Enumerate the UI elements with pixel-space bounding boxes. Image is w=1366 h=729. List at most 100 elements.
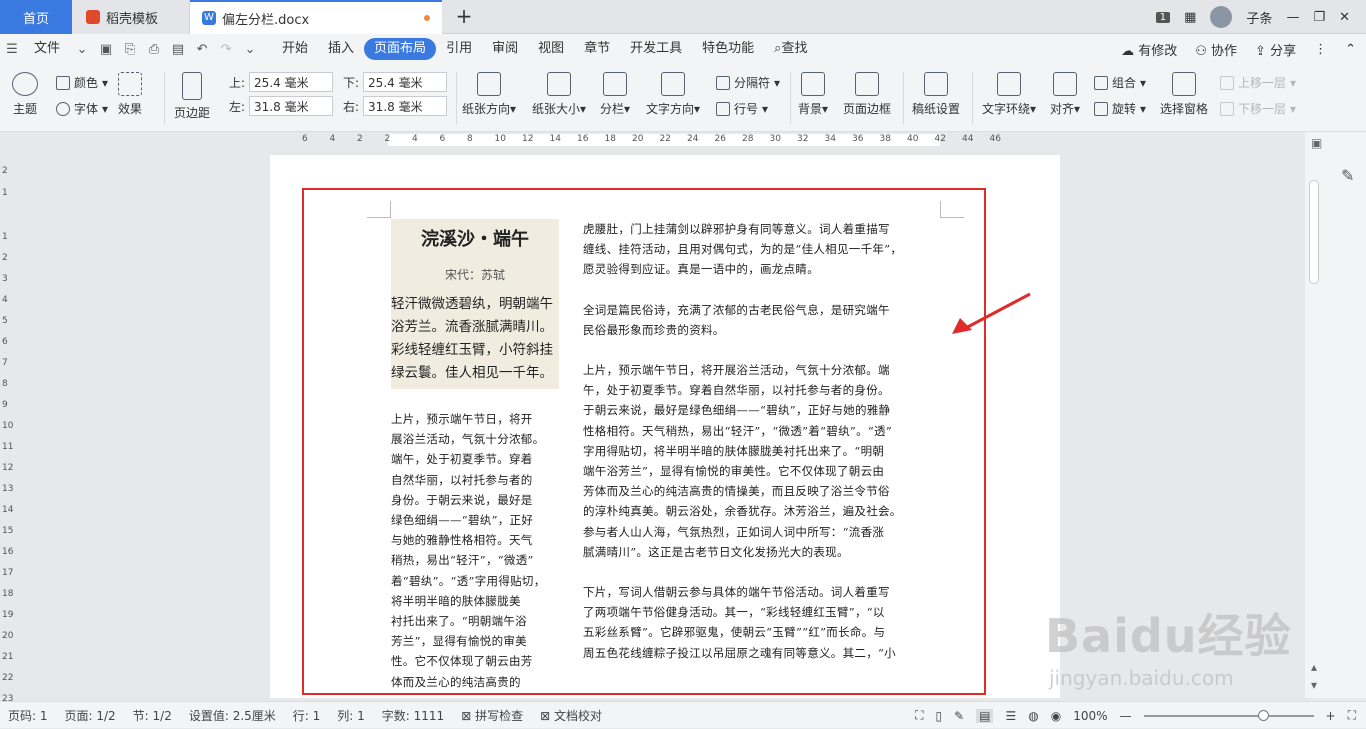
status-pages[interactable]: 页面: 1/2 (57, 707, 125, 724)
paper-size-button[interactable]: 纸张大小▾ (532, 72, 586, 117)
tab-template[interactable]: 稻壳模板 (72, 0, 190, 34)
color-button[interactable]: 颜色 ▾ (56, 74, 108, 91)
vertical-scrollbar[interactable] (1309, 180, 1319, 284)
collapse-ribbon-icon[interactable]: ⌃ (1345, 42, 1356, 57)
menu-file[interactable]: 文件 (24, 38, 70, 60)
bottom-margin-field[interactable]: 下: (343, 72, 448, 92)
undo-icon[interactable]: ↶ (190, 42, 214, 57)
text-wrap-button[interactable]: 文字环绕▾ (982, 72, 1036, 117)
ruler-tick: 13 (2, 484, 14, 494)
horizontal-ruler[interactable]: 6 4 2 2 4 6 8 10 12 14 16 18 20 22 24 26 28 30 32 34 36 38 40 4… (270, 132, 1060, 148)
menu-references[interactable]: 引用 (436, 38, 482, 60)
rotate-button[interactable]: 旋转 ▾ (1094, 100, 1146, 117)
page-border-button[interactable]: 页面边框 (843, 72, 891, 117)
share-button[interactable]: ⇪ 分享 (1255, 40, 1296, 59)
hamburger-icon[interactable]: ☰ (0, 42, 24, 57)
close-icon[interactable]: ✕ (1339, 10, 1350, 25)
status-section[interactable]: 节: 1/2 (125, 707, 181, 724)
avatar[interactable] (1210, 6, 1233, 28)
manuscript-button[interactable]: 稿纸设置 (912, 72, 960, 117)
menu-chapter[interactable]: 章节 (574, 38, 620, 60)
bottom-margin-input[interactable] (363, 72, 448, 92)
zoom-in-icon[interactable]: + (1326, 709, 1336, 723)
menu-developer[interactable]: 开发工具 (620, 38, 692, 60)
orientation-button[interactable]: 纸张方向▾ (462, 72, 516, 117)
ruler-tick: 34 (824, 134, 836, 144)
username[interactable]: 子条 (1246, 8, 1272, 27)
page-down-icon[interactable]: ▾ (1311, 678, 1317, 692)
restore-icon[interactable]: ❐ (1313, 10, 1325, 25)
page-view-icon[interactable]: ▤ (976, 708, 994, 723)
menu-page-layout[interactable]: 页面布局 (364, 38, 437, 60)
collaborate-button[interactable]: ⚇ 协作 (1195, 40, 1237, 59)
grid-icon[interactable]: ▦ (1184, 10, 1196, 25)
line-number-button[interactable]: 行号 ▾ (716, 100, 768, 117)
more-icon[interactable]: ⋮ (1314, 42, 1327, 57)
edit-pen-icon[interactable]: ✎ (1341, 166, 1354, 185)
status-row[interactable]: 行: 1 (285, 707, 330, 724)
margins-button[interactable]: 页边距 (174, 72, 210, 121)
columns-button[interactable]: 分栏▾ (600, 72, 630, 117)
color-grid-icon (56, 75, 70, 90)
status-words[interactable]: 字数: 1111 (374, 707, 453, 724)
docer-logo-icon (86, 10, 100, 24)
print-preview-icon[interactable]: ▤ (166, 42, 190, 57)
edit-mode-icon[interactable]: ✎ (954, 709, 964, 723)
status-setting[interactable]: 设置值: 2.5厘米 (181, 707, 285, 724)
minimize-icon[interactable]: — (1286, 10, 1299, 25)
outline-view-icon[interactable]: ☰ (1005, 709, 1016, 723)
theme-button[interactable]: 主题 (12, 72, 38, 117)
align-button[interactable]: 对齐▾ (1050, 72, 1080, 117)
menu-features[interactable]: 特色功能 (692, 38, 764, 60)
status-col[interactable]: 列: 1 (329, 707, 374, 724)
tab-document[interactable]: W 偏左分栏.docx (190, 0, 442, 34)
rotate-label: 旋转 (1112, 102, 1137, 116)
status-page-number[interactable]: 页码: 1 (0, 707, 57, 724)
zoom-value[interactable]: 100% (1073, 709, 1107, 723)
web-view-icon[interactable]: ◍ (1028, 709, 1038, 723)
left-margin-input[interactable] (249, 96, 334, 116)
page-up-icon[interactable]: ▴ (1311, 660, 1317, 674)
text-direction-button[interactable]: 文字方向▾ (646, 72, 700, 117)
spell-check-button[interactable]: ⊠ 拼写检查 (453, 707, 532, 724)
fit-icon[interactable]: ⛶ (1348, 708, 1356, 723)
right-margin-input[interactable] (363, 96, 448, 116)
export-icon[interactable]: ⎘ (118, 42, 142, 57)
quick-access-dropdown-icon[interactable]: ⌄ (238, 42, 262, 57)
menu-start[interactable]: 开始 (272, 38, 318, 60)
top-margin-field[interactable]: 上: (229, 72, 334, 92)
has-changes-button[interactable]: ☁ 有修改 (1121, 40, 1177, 59)
menu-search[interactable]: ⌕查找 (764, 38, 817, 60)
background-button[interactable]: 背景▾ (798, 72, 828, 117)
left-margin-field[interactable]: 左: (229, 96, 334, 116)
right-margin-field[interactable]: 右: (343, 96, 448, 116)
tab-home[interactable]: 首页 (0, 0, 72, 34)
vertical-ruler[interactable]: 2 1 1 2 3 4 5 6 7 8 9 10 11 12 13 14 15 16 17 18 19 20 21 22 23 (0, 148, 14, 704)
zoom-slider-knob[interactable] (1257, 709, 1269, 721)
save-icon[interactable]: ▣ (94, 42, 118, 57)
proofread-button[interactable]: ⊠ 文档校对 (532, 707, 611, 724)
print-icon[interactable]: ⎙ (142, 42, 166, 57)
top-margin-input[interactable] (249, 72, 334, 92)
window-count-badge[interactable]: 1 (1155, 11, 1171, 23)
eye-protection-icon[interactable]: ◉ (1051, 709, 1061, 723)
selection-pane-button[interactable]: 选择窗格 (1160, 72, 1208, 117)
redo-icon[interactable]: ↷ (214, 42, 238, 57)
new-tab-button[interactable]: + (452, 4, 476, 28)
font-button[interactable]: 字体 ▾ (56, 100, 108, 117)
group-button[interactable]: 组合 ▾ (1094, 74, 1146, 91)
send-backward-button[interactable]: 下移一层 ▾ (1220, 100, 1296, 117)
separator-button[interactable]: 分隔符 ▾ (716, 74, 780, 91)
menu-view[interactable]: 视图 (528, 38, 574, 60)
menu-review[interactable]: 审阅 (482, 38, 528, 60)
read-mode-icon[interactable]: ▯ (935, 709, 942, 723)
menu-insert[interactable]: 插入 (318, 38, 364, 60)
ruler-tick: 26 (714, 134, 726, 144)
panel-toggle-icon[interactable]: ▣ (1311, 136, 1322, 150)
bring-forward-button[interactable]: 上移一层 ▾ (1220, 74, 1296, 91)
zoom-slider[interactable] (1143, 709, 1314, 721)
zoom-out-icon[interactable]: — (1120, 709, 1132, 723)
chevron-down-icon[interactable]: ⌄ (70, 42, 94, 57)
fullscreen-icon[interactable]: ⛶ (915, 708, 923, 723)
effect-button[interactable]: 效果 (118, 72, 142, 117)
